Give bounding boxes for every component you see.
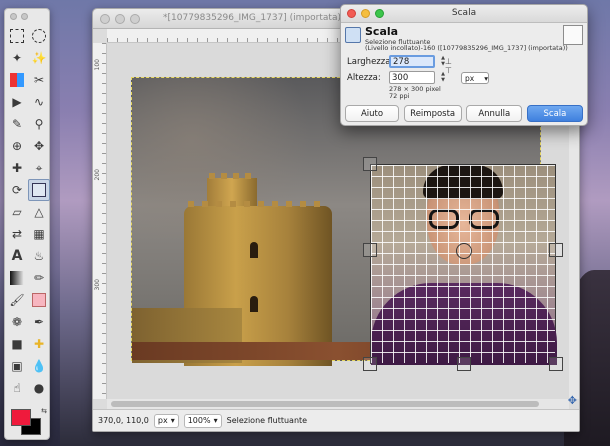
scale-handle-top-left[interactable] bbox=[363, 157, 377, 171]
free-select-tool-icon[interactable]: ✦ bbox=[6, 47, 28, 69]
heal-tool-icon[interactable]: ✚ bbox=[28, 333, 50, 355]
dodge-burn-tool-icon[interactable]: ● bbox=[28, 377, 50, 399]
status-bar: 370,0, 110,0 px ▾ 100% ▾ Selezione fluttua… bbox=[93, 409, 579, 431]
unit-select[interactable]: px ▾ bbox=[153, 413, 179, 428]
fuzzy-select-tool-icon[interactable]: ✨ bbox=[28, 47, 50, 69]
paintbrush-tool-icon[interactable]: 🖌 bbox=[6, 289, 28, 311]
crop-tool-icon[interactable]: ⌖ bbox=[28, 157, 50, 179]
shear-tool-icon[interactable]: ▱ bbox=[6, 201, 28, 223]
scale-handle-left[interactable] bbox=[363, 243, 377, 257]
rect-select-tool-icon[interactable] bbox=[6, 25, 28, 47]
eraser-tool-icon[interactable] bbox=[28, 289, 50, 311]
layer-thumbnail bbox=[563, 25, 583, 45]
color-select-tool-icon[interactable] bbox=[6, 69, 28, 91]
rotate-tool-icon[interactable]: ⟳ bbox=[6, 179, 28, 201]
dialog-header: Scala Selezione fluttuante (Livello inco… bbox=[341, 23, 587, 52]
scale-grid-overlay bbox=[371, 165, 555, 363]
dialog-unit-select[interactable]: px ▾ bbox=[461, 72, 489, 84]
tool-grid: ✦ ✨ ✂ ▶ ∿ ✎ ⚲ ⊕ ✥ ✚ ⌖ ⟳ ▱ △ ⇄ ▦ A ♨ ✏ 🖌 … bbox=[5, 23, 50, 401]
horizontal-scrollbar-thumb[interactable] bbox=[111, 401, 539, 407]
color-picker-tool-icon[interactable]: ✎ bbox=[6, 113, 28, 135]
blend-tool-icon[interactable] bbox=[6, 267, 28, 289]
width-row: Larghezza: 278 ▲ ▼ bbox=[347, 55, 447, 68]
chevron-down-icon: ▾ bbox=[213, 416, 218, 425]
scale-button[interactable]: Scala bbox=[526, 105, 583, 122]
chain-link-icon[interactable]: ⊥ ⊤ bbox=[445, 57, 453, 83]
height-label: Altezza: bbox=[347, 72, 381, 83]
toolbox-minimize-button[interactable] bbox=[21, 13, 28, 20]
scale-handle-bottom-right[interactable] bbox=[549, 357, 563, 371]
clone-tool-icon[interactable]: ■ bbox=[6, 333, 28, 355]
zoom-select[interactable]: 100% ▾ bbox=[183, 413, 222, 428]
zoom-tool-icon[interactable]: ⚲ bbox=[28, 113, 50, 135]
perspective-clone-tool-icon[interactable]: ▣ bbox=[6, 355, 28, 377]
perspective-tool-icon[interactable]: △ bbox=[28, 201, 50, 223]
scale-tool-icon bbox=[345, 27, 361, 43]
navigate-icon[interactable]: ✥ bbox=[568, 394, 577, 407]
measure-tool-icon[interactable]: ⊕ bbox=[6, 135, 28, 157]
color-swatches[interactable]: ⇆ bbox=[9, 407, 47, 439]
airbrush-tool-icon[interactable]: ❁ bbox=[6, 311, 28, 333]
foreground-color-swatch[interactable] bbox=[11, 409, 31, 426]
text-tool-icon[interactable]: A bbox=[6, 245, 28, 267]
swap-colors-icon[interactable]: ⇆ bbox=[41, 407, 47, 415]
vertical-ruler[interactable]: 100 200 300 bbox=[93, 43, 107, 399]
height-input[interactable]: 300 bbox=[389, 71, 435, 84]
dialog-heading: Scala bbox=[365, 25, 399, 38]
chevron-down-icon: ▾ bbox=[484, 73, 488, 83]
toolbox-close-button[interactable] bbox=[10, 13, 17, 20]
ruler-label: 100 bbox=[94, 59, 101, 71]
paths-tool-icon[interactable]: ∿ bbox=[28, 91, 50, 113]
resolution-info: 72 ppi bbox=[389, 92, 410, 100]
ruler-label: 200 bbox=[94, 169, 101, 181]
dialog-title: Scala bbox=[451, 8, 477, 18]
smudge-tool-icon[interactable]: ☝ bbox=[6, 377, 28, 399]
scale-dialog: Scala Scala Selezione fluttuante (Livell… bbox=[340, 4, 588, 126]
dialog-buttons: Aiuto Reimposta Annulla Scala bbox=[345, 105, 583, 122]
help-button[interactable]: Aiuto bbox=[345, 105, 399, 122]
scale-handle-right[interactable] bbox=[549, 243, 563, 257]
pointer-coordinates: 370,0, 110,0 bbox=[98, 416, 149, 425]
ink-tool-icon[interactable]: ✒ bbox=[28, 311, 50, 333]
cage-tool-icon[interactable]: ▦ bbox=[28, 223, 50, 245]
status-message: Selezione fluttuante bbox=[226, 416, 308, 425]
width-input[interactable]: 278 bbox=[389, 55, 435, 68]
chevron-down-icon: ▾ bbox=[170, 416, 175, 425]
height-row: Altezza: 300 ▲ ▼ bbox=[347, 71, 447, 84]
scale-handle-bottom-left[interactable] bbox=[363, 357, 377, 371]
ellipse-select-tool-icon[interactable] bbox=[28, 25, 50, 47]
dialog-layer-info: (Livello incollato)-160 ([10779835296_IM… bbox=[365, 44, 568, 52]
ruler-label: 300 bbox=[94, 279, 101, 291]
align-tool-icon[interactable]: ✚ bbox=[6, 157, 28, 179]
bucket-fill-tool-icon[interactable]: ♨ bbox=[28, 245, 50, 267]
horizontal-scrollbar[interactable] bbox=[107, 399, 569, 409]
image-window-title: *[10779835296_IMG_1737] (importata)-6, bbox=[163, 13, 353, 23]
image-window-minimize-button[interactable] bbox=[115, 14, 125, 24]
image-window-close-button[interactable] bbox=[100, 14, 110, 24]
cancel-button[interactable]: Annulla bbox=[466, 105, 523, 122]
reset-button[interactable]: Reimposta bbox=[403, 105, 462, 122]
width-label: Larghezza: bbox=[347, 56, 394, 67]
image-window-controls bbox=[100, 14, 140, 24]
blur-tool-icon[interactable]: 💧 bbox=[28, 355, 50, 377]
scale-dialog-titlebar: Scala bbox=[341, 5, 587, 23]
pencil-tool-icon[interactable]: ✏ bbox=[28, 267, 50, 289]
scale-center-handle[interactable] bbox=[456, 243, 472, 259]
scissors-tool-icon[interactable]: ✂ bbox=[28, 69, 50, 91]
scale-tool-icon[interactable] bbox=[28, 179, 50, 201]
floating-layer-portrait[interactable] bbox=[363, 157, 563, 371]
flip-tool-icon[interactable]: ⇄ bbox=[6, 223, 28, 245]
scale-handle-bottom[interactable] bbox=[457, 357, 471, 371]
toolbox-window-controls bbox=[5, 9, 49, 23]
move-tool-icon[interactable]: ✥ bbox=[28, 135, 50, 157]
toolbox-window: ✦ ✨ ✂ ▶ ∿ ✎ ⚲ ⊕ ✥ ✚ ⌖ ⟳ ▱ △ ⇄ ▦ A ♨ ✏ 🖌 … bbox=[4, 8, 50, 440]
foreground-select-tool-icon[interactable]: ▶ bbox=[6, 91, 28, 113]
image-window-zoom-button[interactable] bbox=[130, 14, 140, 24]
